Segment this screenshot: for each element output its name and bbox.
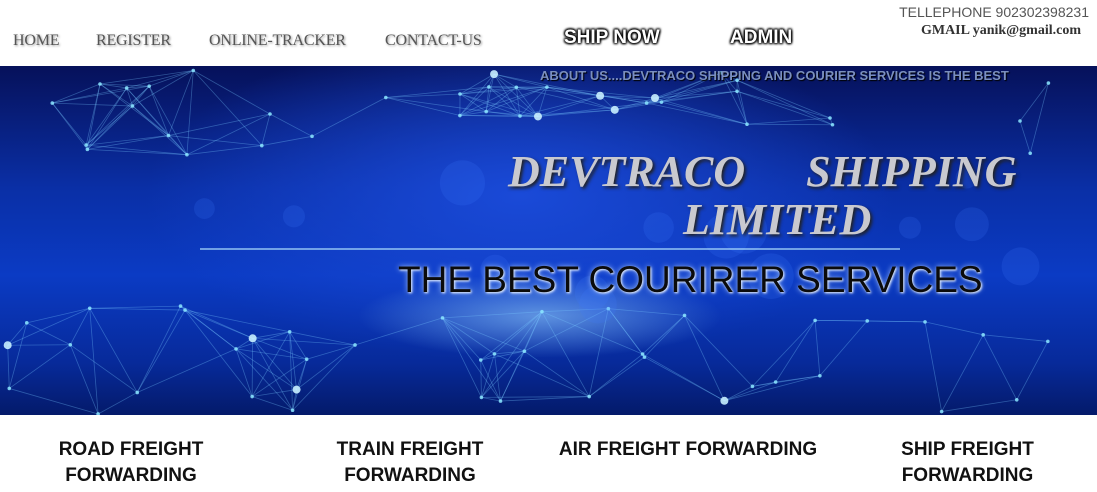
- contact-email: GMAIL yanik@gmail.com: [920, 23, 1081, 38]
- contact-phone: TELLEPHONE 902302398231: [899, 4, 1089, 20]
- network-background-graphic: [3, 68, 1051, 415]
- hero-tagline: THE BEST COURIRER SERVICES: [398, 259, 983, 300]
- service-train-freight: TRAIN FREIGHT FORWARDING: [336, 439, 484, 486]
- nav-link-register[interactable]: REGISTER: [96, 32, 171, 50]
- admin-link[interactable]: ADMIN: [730, 27, 792, 49]
- service-ship-freight: SHIP FREIGHT FORWARDING: [901, 439, 1034, 486]
- nav-link-home[interactable]: HOME: [13, 32, 60, 50]
- services-section: ROAD FREIGHT FORWARDING TRAIN FREIGHT FO…: [0, 415, 1097, 492]
- nav-link-online-tracker[interactable]: ONLINE-TRACKER: [209, 32, 346, 50]
- ship-now-link[interactable]: SHIP NOW: [564, 27, 660, 49]
- hero-title-line2: LIMITED: [683, 195, 872, 244]
- top-nav: HOME REGISTER ONLINE-TRACKER CONTACT-US …: [0, 0, 1097, 66]
- about-marquee: ABOUT US....DEVTRACO SHIPPING AND COURIE…: [540, 68, 1009, 83]
- nav-link-contact-us[interactable]: CONTACT-US: [385, 32, 482, 50]
- hero-title-line1: DEVTRACO SHIPPING: [508, 147, 1017, 196]
- hero-banner: ABOUT US....DEVTRACO SHIPPING AND COURIE…: [0, 66, 1097, 415]
- service-air-freight: AIR FREIGHT FORWARDING: [558, 439, 818, 460]
- service-road-freight: ROAD FREIGHT FORWARDING: [58, 439, 204, 486]
